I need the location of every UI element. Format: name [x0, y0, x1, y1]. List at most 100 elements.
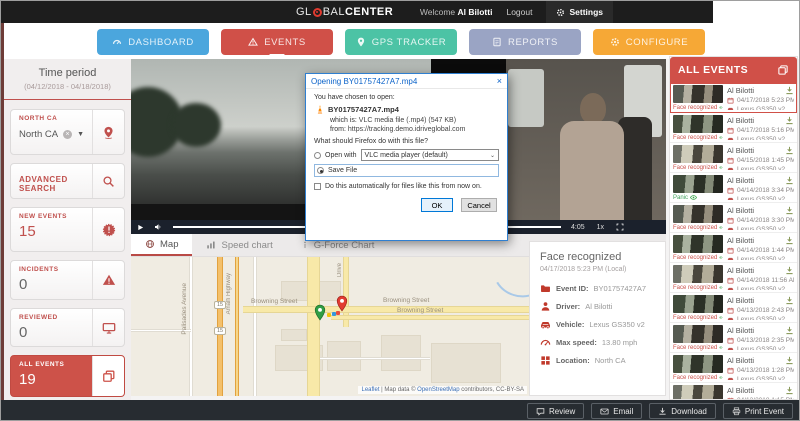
download-icon[interactable]	[785, 206, 794, 215]
download-icon[interactable]	[785, 326, 794, 335]
volume-button[interactable]	[149, 223, 167, 231]
download-icon[interactable]	[785, 116, 794, 125]
tab-events[interactable]: EVENTS	[221, 29, 333, 55]
event-vehicle: Lexus GS350 v2	[737, 136, 785, 140]
chevron-down-icon[interactable]: ▼	[77, 131, 84, 138]
dialog-filetype: which is: VLC media file (.mp4) (547 KB)	[330, 117, 499, 124]
download-icon[interactable]	[785, 386, 794, 395]
pin-icon	[356, 37, 366, 47]
gauge-icon	[540, 337, 551, 348]
map-canvas[interactable]: Palisades Avenue Amalfi Highway Drive Br…	[131, 257, 529, 396]
clear-region-icon[interactable]: ×	[63, 130, 72, 139]
save-file-radio[interactable]	[317, 167, 324, 174]
event-type-label: Face recognized	[673, 285, 717, 291]
event-thumbnail	[673, 115, 723, 133]
dialog-titlebar[interactable]: Opening BY01757427A7.mp4 ×	[306, 74, 507, 89]
logout-link[interactable]: Logout	[506, 7, 532, 17]
pages-icon[interactable]	[777, 64, 789, 76]
playback-rate[interactable]: 1x	[597, 224, 604, 231]
eye-icon	[719, 224, 723, 231]
osm-link[interactable]: OpenStreetMap	[417, 387, 459, 393]
tab-speed-chart[interactable]: Speed chart	[192, 234, 286, 256]
event-list-item[interactable]: Face recognized Al Bilotti 04/14/2018 11…	[670, 263, 797, 293]
monitor-icon	[102, 321, 116, 335]
counter-incidents[interactable]: INCIDENTS 0	[10, 260, 125, 300]
event-vehicle: Lexus GS350 v2	[737, 316, 785, 320]
reviewed-count: 0	[19, 324, 92, 341]
tab-configure[interactable]: CONFIGURE	[593, 29, 705, 55]
download-button[interactable]: Download	[649, 403, 716, 419]
start-marker-pin[interactable]	[313, 304, 327, 321]
download-icon[interactable]	[785, 86, 794, 95]
save-file-option[interactable]: Save File	[314, 164, 499, 177]
do-automatically-checkbox[interactable]	[314, 183, 321, 190]
cancel-button[interactable]: Cancel	[461, 198, 497, 212]
ok-button[interactable]: OK	[421, 198, 453, 212]
advanced-search-card[interactable]: ADVANCED SEARCH	[10, 163, 125, 199]
event-thumbnail	[673, 325, 723, 343]
car-icon	[727, 286, 734, 290]
tab-dashboard[interactable]: DASHBOARD	[97, 29, 209, 55]
download-icon[interactable]	[785, 236, 794, 245]
region-value: North CA	[19, 129, 58, 140]
all-events-title: ALL EVENTS	[678, 64, 748, 76]
street-label: Drive	[337, 263, 343, 277]
close-icon[interactable]: ×	[497, 77, 502, 86]
print-event-button[interactable]: Print Event	[723, 403, 793, 419]
leaflet-link[interactable]: Leaflet	[361, 387, 379, 393]
footer-bar: Review Email Download Print Event	[1, 400, 800, 421]
tab-gps-tracker[interactable]: GPS TRACKER	[345, 29, 457, 55]
dialog-prompt: You have chosen to open:	[314, 94, 499, 101]
new-events-label: NEW EVENTS	[19, 213, 92, 220]
region-label: NORTH CA	[19, 115, 92, 122]
event-thumbnail	[673, 385, 723, 399]
open-with-radio[interactable]	[314, 152, 321, 159]
end-marker-pin[interactable]	[335, 295, 349, 312]
event-driver-name: Al Bilotti	[727, 86, 794, 95]
car-icon	[727, 226, 734, 230]
event-vehicle: Lexus GS350 v2	[737, 286, 785, 290]
street-label: Browning Street	[397, 307, 443, 314]
event-list-item[interactable]: Face recognized Al Bilotti 04/13/2018 1:…	[670, 383, 797, 399]
event-list-item[interactable]: Face recognized Al Bilotti 04/13/2018 1:…	[670, 353, 797, 383]
street-label: Palisades Avenue	[181, 283, 188, 335]
event-list-item[interactable]: Face recognized Al Bilotti 04/15/2018 1:…	[670, 143, 797, 173]
event-list-item[interactable]: Face recognized Al Bilotti 04/17/2018 5:…	[670, 83, 797, 113]
route-dot	[327, 313, 331, 317]
driver-head	[580, 93, 606, 124]
reviewed-label: REVIEWED	[19, 314, 92, 321]
event-thumbnail	[673, 265, 723, 283]
event-list-item[interactable]: Face recognized Al Bilotti 04/14/2018 3:…	[670, 203, 797, 233]
counter-reviewed[interactable]: REVIEWED 0	[10, 308, 125, 347]
event-date: 04/17/2018 5:16 PM	[737, 127, 794, 134]
event-list-item[interactable]: Face recognized Al Bilotti 04/13/2018 2:…	[670, 323, 797, 353]
download-icon[interactable]	[785, 266, 794, 275]
event-thumbnail	[673, 145, 723, 163]
play-button[interactable]	[131, 224, 149, 231]
download-icon[interactable]	[785, 296, 794, 305]
event-title: Face recognized	[540, 251, 655, 263]
settings-link[interactable]: Settings	[546, 1, 613, 23]
email-button[interactable]: Email	[591, 403, 642, 419]
event-list-item[interactable]: Face recognized Al Bilotti 04/14/2018 1:…	[670, 233, 797, 263]
region-selector-card[interactable]: NORTH CA North CA × ▼	[10, 109, 125, 155]
download-icon[interactable]	[785, 176, 794, 185]
report-icon	[492, 37, 502, 47]
tab-map[interactable]: Map	[131, 234, 192, 256]
event-date: 04/14/2018 3:34 PM	[737, 187, 794, 194]
tab-reports[interactable]: REPORTS	[469, 29, 581, 55]
review-button[interactable]: Review	[527, 403, 584, 419]
counter-new-events[interactable]: NEW EVENTS 15	[10, 207, 125, 252]
event-list-item[interactable]: Panic Al Bilotti 04/14/2018 3:34 PM Lexu…	[670, 173, 797, 203]
map-road	[189, 257, 193, 396]
event-datetime: 04/17/2018 5:23 PM (Local)	[540, 266, 655, 273]
open-with-select[interactable]: VLC media player (default)⌄	[361, 149, 499, 161]
download-icon[interactable]	[785, 356, 794, 365]
counter-all-events[interactable]: ALL EVENTS 19	[10, 355, 125, 397]
download-icon[interactable]	[785, 146, 794, 155]
fullscreen-button[interactable]	[616, 223, 624, 231]
vlc-icon	[316, 105, 324, 114]
event-list-item[interactable]: Face recognized Al Bilotti 04/13/2018 2:…	[670, 293, 797, 323]
event-thumbnail	[673, 295, 723, 313]
event-list-item[interactable]: Face recognized Al Bilotti 04/17/2018 5:…	[670, 113, 797, 143]
